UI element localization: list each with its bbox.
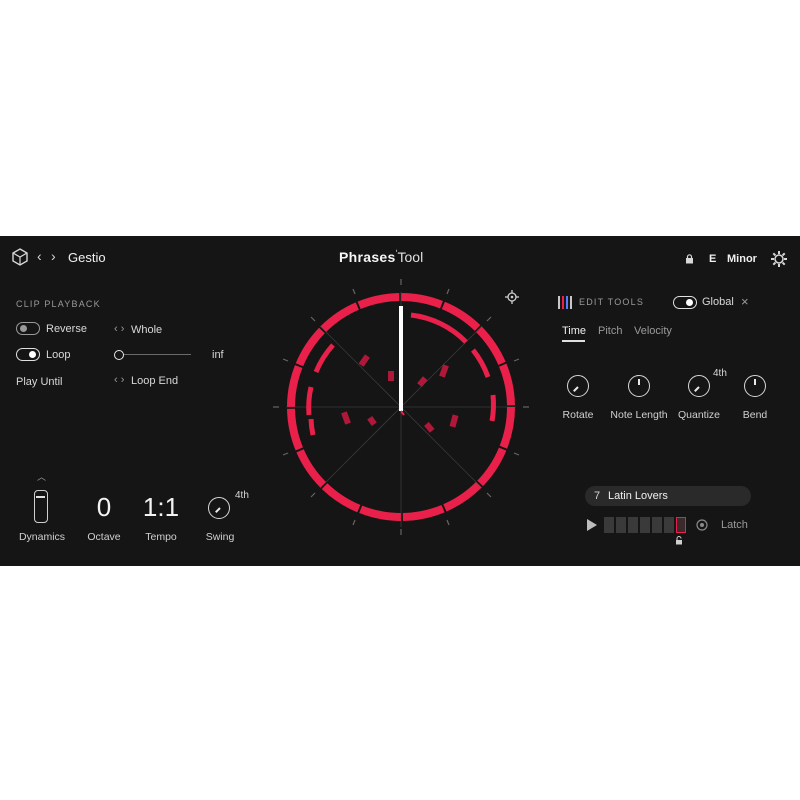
loop-toggle[interactable] — [16, 348, 40, 361]
dynamics-up-icon[interactable]: ︿ — [37, 470, 46, 483]
preset-name[interactable]: Gestio — [68, 250, 106, 265]
rotate-label: Rotate — [562, 409, 594, 421]
loop-length-slider[interactable] — [114, 350, 192, 360]
bend-knob[interactable] — [744, 375, 766, 397]
dynamics-slider[interactable] — [34, 490, 48, 523]
key-scale[interactable]: Minor — [727, 253, 757, 265]
dynamics-label: Dynamics — [18, 531, 66, 543]
phrases-tool-plugin: ‹ › Gestio PhrasesʹTool E Minor CLIP PLA… — [0, 236, 800, 566]
loop-end-label[interactable]: Loop End — [131, 375, 178, 387]
sequence-step[interactable] — [604, 517, 614, 533]
sequence-step[interactable] — [652, 517, 662, 533]
bend-label: Bend — [742, 409, 768, 421]
swing-label: Swing — [205, 531, 235, 543]
reverse-label: Reverse — [46, 323, 87, 335]
slider-end-label: inf — [212, 349, 224, 361]
sequence-step[interactable] — [664, 517, 674, 533]
tab-velocity[interactable]: Velocity — [634, 325, 672, 337]
product-logo: PhrasesʹTool — [339, 249, 424, 265]
next-preset-button[interactable]: › — [51, 248, 56, 264]
phrase-wheel[interactable] — [270, 276, 532, 538]
sequence-steps[interactable] — [604, 517, 688, 533]
play-icon[interactable] — [587, 519, 597, 531]
logo-bold-text: Phrases — [339, 249, 396, 265]
sequence-step-active[interactable] — [676, 517, 686, 533]
tab-pitch[interactable]: Pitch — [598, 325, 622, 337]
whole-label[interactable]: Whole — [131, 324, 162, 336]
close-edit-tools-button[interactable]: × — [741, 294, 749, 309]
pattern-name: Latin Lovers — [608, 490, 668, 502]
whole-selector-arrows[interactable]: ‹ › — [114, 323, 124, 335]
tempo-label: Tempo — [145, 531, 177, 543]
rotate-knob[interactable] — [567, 375, 589, 397]
edit-tools-icon — [558, 296, 572, 309]
lock-icon[interactable] — [685, 254, 694, 264]
octave-value[interactable]: 0 — [84, 492, 124, 523]
pattern-number: 7 — [594, 490, 601, 502]
logo-light-text: Tool — [397, 249, 424, 265]
quantize-value: 4th — [713, 368, 727, 379]
note-length-label: Note Length — [610, 409, 668, 421]
note-length-knob[interactable] — [628, 375, 650, 397]
crosshair-icon[interactable] — [505, 290, 519, 304]
sequence-step[interactable] — [616, 517, 626, 533]
swing-knob[interactable] — [208, 497, 230, 519]
prev-preset-button[interactable]: ‹ — [37, 248, 42, 264]
edit-tools-title: EDIT TOOLS — [579, 297, 645, 307]
clip-playback-title: CLIP PLAYBACK — [16, 299, 101, 309]
key-root[interactable]: E — [709, 253, 716, 265]
tab-time[interactable]: Time — [562, 325, 586, 337]
loop-label: Loop — [46, 349, 71, 361]
reverse-toggle[interactable] — [16, 322, 40, 335]
global-toggle[interactable] — [673, 296, 697, 309]
active-tab-underline — [562, 340, 585, 342]
sequence-step[interactable] — [640, 517, 650, 533]
tempo-value[interactable]: 1:1 — [138, 492, 184, 523]
play-until-label: Play Until — [16, 376, 63, 388]
latch-label[interactable]: Latch — [721, 519, 748, 531]
quantize-knob[interactable] — [688, 375, 710, 397]
swing-value: 4th — [235, 490, 249, 501]
quantize-label: Quantize — [677, 409, 721, 421]
octave-label: Octave — [87, 531, 121, 543]
loop-end-selector-arrows[interactable]: ‹ › — [114, 374, 124, 386]
sequence-step[interactable] — [628, 517, 638, 533]
gear-icon[interactable] — [770, 250, 788, 268]
pattern-selector[interactable]: 7 Latin Lovers — [585, 486, 751, 506]
step-lock-icon[interactable] — [675, 536, 683, 545]
global-label: Global — [702, 296, 734, 308]
latch-icon[interactable] — [696, 519, 708, 531]
cube-logo-icon[interactable] — [11, 248, 29, 266]
